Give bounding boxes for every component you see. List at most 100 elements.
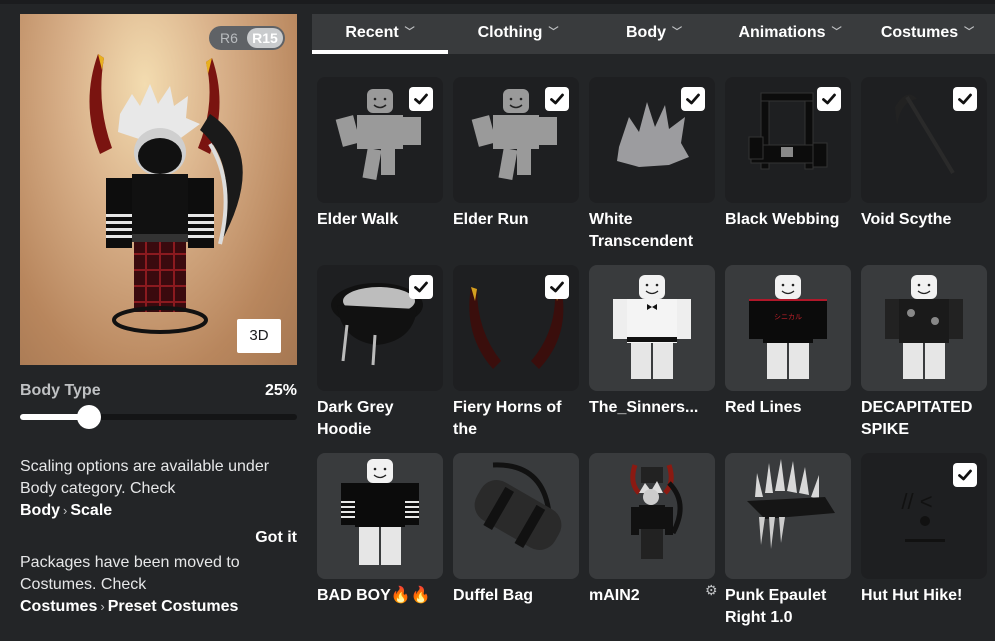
item-name: Red Lines xyxy=(725,399,802,416)
equipped-checkbox[interactable] xyxy=(681,87,705,111)
outfit-avatar-icon xyxy=(630,464,683,559)
item-name: mAIN2 xyxy=(589,587,640,604)
item-thumbnail[interactable] xyxy=(861,77,987,203)
checkmark-icon xyxy=(958,469,972,481)
packages-tip-path-preset[interactable]: Preset Costumes xyxy=(108,598,239,615)
item-name: Fiery Horns of the xyxy=(453,399,562,438)
equipped-checkbox[interactable] xyxy=(545,275,569,299)
item-card[interactable]: DECAPITATED SPIKE xyxy=(861,265,987,453)
gear-icon[interactable]: ⚙ xyxy=(705,583,719,597)
item-thumbnail[interactable] xyxy=(317,265,443,391)
item-thumbnail[interactable] xyxy=(725,453,851,579)
item-thumbnail[interactable] xyxy=(317,77,443,203)
item-thumbnail[interactable] xyxy=(589,265,715,391)
equipped-checkbox[interactable] xyxy=(409,87,433,111)
top-strip xyxy=(0,0,995,4)
checkmark-icon xyxy=(414,93,428,105)
shirt-striped-icon xyxy=(341,459,419,565)
checkmark-icon xyxy=(958,93,972,105)
item-card[interactable]: Black Webbing xyxy=(725,77,851,265)
item-card[interactable]: // < Hut Hut Hike! xyxy=(861,453,987,641)
item-name: Black Webbing xyxy=(725,211,840,228)
checkmark-icon xyxy=(822,93,836,105)
got-it-button[interactable]: Got it xyxy=(255,529,297,547)
equipped-checkbox[interactable] xyxy=(817,87,841,111)
chevron-down-icon: ﹀ xyxy=(404,27,415,38)
equipped-checkbox[interactable] xyxy=(953,87,977,111)
item-thumbnail[interactable] xyxy=(453,265,579,391)
item-name: Dark Grey Hoodie xyxy=(317,399,394,438)
item-grid: Elder Walk Elder Run White Transcendent Bla… xyxy=(317,77,995,641)
scaling-tip-path-scale[interactable]: Scale xyxy=(70,502,112,519)
item-card[interactable]: Duffel Bag xyxy=(453,453,579,641)
rig-type-toggle[interactable]: R6 R15 xyxy=(209,26,285,50)
item-thumbnail[interactable]: シニカル xyxy=(725,265,851,391)
item-card[interactable]: Elder Walk xyxy=(317,77,443,265)
tab-costumes[interactable]: Costumes ﹀ xyxy=(860,14,995,54)
tab-body[interactable]: Body ﹀ xyxy=(588,14,720,54)
scaling-tip-path-body[interactable]: Body xyxy=(20,502,60,519)
checkmark-icon xyxy=(686,93,700,105)
item-thumbnail[interactable] xyxy=(453,77,579,203)
item-card[interactable]: シニカル Red Lines xyxy=(725,265,851,453)
shirt-black-print-icon xyxy=(885,275,963,379)
packages-tip-text: Packages have been moved to Costumes. Ch… xyxy=(20,554,240,593)
path-separator: › xyxy=(63,503,68,518)
equipped-checkbox[interactable] xyxy=(409,275,433,299)
item-card[interactable]: BAD BOY🔥🔥 xyxy=(317,453,443,641)
item-card[interactable]: White Transcendent xyxy=(589,77,715,265)
tab-label: Animations xyxy=(738,24,826,41)
rig-option-r6[interactable]: R6 xyxy=(211,28,247,48)
item-thumbnail[interactable] xyxy=(317,453,443,579)
rig-option-r15[interactable]: R15 xyxy=(247,28,283,48)
avatar-figure xyxy=(89,54,243,334)
tab-label: Body xyxy=(626,24,666,41)
equipped-checkbox[interactable] xyxy=(953,463,977,487)
item-thumbnail[interactable] xyxy=(861,265,987,391)
scaling-tip-text: Scaling options are available under Body… xyxy=(20,458,270,497)
item-card[interactable]: The_Sinners... xyxy=(589,265,715,453)
slider-thumb[interactable] xyxy=(77,405,102,429)
body-type-slider[interactable] xyxy=(20,404,297,430)
scaling-tip: Scaling options are available under Body… xyxy=(20,456,297,522)
item-thumbnail[interactable] xyxy=(589,453,715,579)
avatar-preview[interactable]: R6 R15 3D xyxy=(20,14,297,365)
item-thumbnail[interactable]: // < xyxy=(861,453,987,579)
tab-animations[interactable]: Animations ﹀ xyxy=(720,14,860,54)
item-card[interactable]: Punk Epaulet Right 1.0 xyxy=(725,453,851,641)
item-name: The_Sinners... xyxy=(589,399,699,416)
chevron-down-icon: ﹀ xyxy=(831,27,842,38)
item-name: Hut Hut Hike! xyxy=(861,587,963,604)
checkmark-icon xyxy=(414,281,428,293)
shirt-black-red-icon: シニカル xyxy=(749,275,827,379)
item-name: White Transcendent xyxy=(589,211,694,250)
item-card[interactable]: Void Scythe xyxy=(861,77,987,265)
item-name: Punk Epaulet Right 1.0 xyxy=(725,587,827,626)
checkmark-icon xyxy=(550,93,564,105)
path-separator: › xyxy=(100,599,105,614)
tab-clothing[interactable]: Clothing ﹀ xyxy=(448,14,588,54)
item-thumbnail[interactable] xyxy=(725,77,851,203)
item-thumbnail[interactable] xyxy=(453,453,579,579)
body-type-label: Body Type xyxy=(20,382,101,399)
view-3d-button[interactable]: 3D xyxy=(237,319,281,353)
equipped-checkbox[interactable] xyxy=(545,87,569,111)
tab-label: Clothing xyxy=(477,24,543,41)
item-card[interactable]: Dark Grey Hoodie xyxy=(317,265,443,453)
item-name: BAD BOY🔥🔥 xyxy=(317,587,431,604)
svg-text:シニカル: シニカル xyxy=(774,313,802,321)
item-thumbnail[interactable] xyxy=(589,77,715,203)
item-name: DECAPITATED SPIKE xyxy=(861,399,973,438)
item-name: Elder Run xyxy=(453,211,529,228)
chevron-down-icon: ﹀ xyxy=(964,27,975,38)
packages-tip: Packages have been moved to Costumes. Ch… xyxy=(20,552,260,618)
category-tabs: Recent ﹀ Clothing ﹀ Body ﹀ Animations ﹀ Cost… xyxy=(312,14,995,54)
item-card[interactable]: Elder Run xyxy=(453,77,579,265)
chevron-down-icon: ﹀ xyxy=(672,27,682,38)
tab-recent[interactable]: Recent ﹀ xyxy=(312,14,448,54)
packages-tip-path-costumes[interactable]: Costumes xyxy=(20,598,97,615)
item-card[interactable]: mAIN2 ⚙ xyxy=(589,453,718,641)
item-card[interactable]: Fiery Horns of the xyxy=(453,265,579,453)
shirt-white-icon xyxy=(613,275,691,379)
tab-label: Recent xyxy=(345,24,399,41)
